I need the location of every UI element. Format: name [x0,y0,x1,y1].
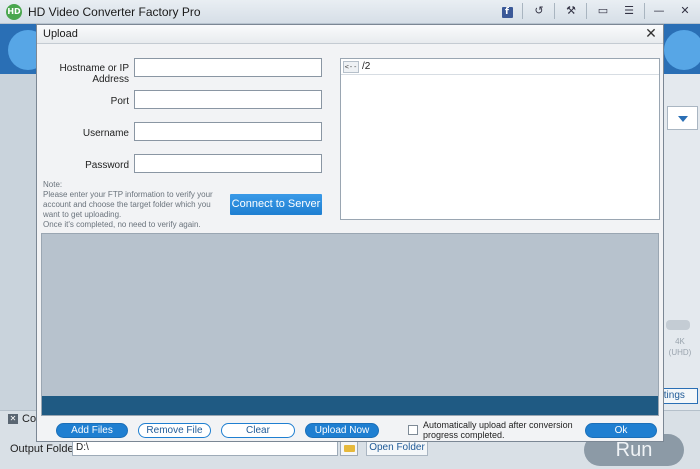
dialog-title: Upload [43,28,78,40]
titlebar-divider [586,3,587,19]
password-label: Password [85,160,129,171]
upload-now-button[interactable]: Upload Now [305,423,379,438]
output-folder-label: Output Folder: [10,443,81,455]
path-divider [341,74,659,75]
titlebar-divider [644,3,645,19]
hostname-label: Hostname or IP Address [59,63,129,85]
back-folder-button[interactable]: <-- [343,61,359,73]
toolbar-button-right[interactable] [664,30,700,70]
minimize-icon[interactable]: — [648,2,670,20]
facebook-icon[interactable]: f [496,2,518,20]
settings-button[interactable]: ttings [662,388,698,404]
auto-upload-checkbox[interactable] [408,425,418,435]
chat-icon[interactable]: ▭ [592,2,614,20]
folder-icon [344,445,355,452]
connect-to-server-button[interactable]: Connect to Server [230,194,322,215]
chevron-down-icon [678,116,688,122]
add-files-button[interactable]: Add Files [56,423,128,438]
username-input[interactable] [134,122,322,141]
port-input[interactable] [134,90,322,109]
dialog-close-icon[interactable]: ✕ [643,26,659,42]
main-titlebar: HD HD Video Converter Factory Pro f ↺ ⚒ … [0,0,700,24]
ok-button[interactable]: Ok [585,423,657,438]
auto-upload-label: Automatically upload after conversion pr… [423,420,573,440]
resolution-badge: 4K (UHD) [668,337,692,357]
quality-slider[interactable] [666,320,690,330]
merge-checkbox[interactable]: ✕ [8,414,18,424]
menu-icon[interactable]: ☰ [618,2,640,20]
app-logo-icon: HD [6,4,22,20]
app-title: HD Video Converter Factory Pro [28,5,201,19]
browse-folder-button[interactable] [340,440,358,456]
upload-file-list[interactable] [41,233,659,416]
port-label: Port [110,96,129,107]
upload-dialog: Upload ✕ Hostname or IP Address Port Use… [36,24,664,442]
remote-path: /2 [362,61,371,72]
remote-folder-panel[interactable]: <-- /2 [340,58,660,220]
wrench-icon[interactable]: ⚒ [560,2,582,20]
password-input[interactable] [134,154,322,173]
refresh-icon[interactable]: ↺ [528,2,550,20]
hostname-input[interactable] [134,58,322,77]
merge-label: Co [22,413,36,425]
titlebar-divider [522,3,523,19]
output-folder-input[interactable]: D:\ [72,440,338,456]
titlebar-divider [554,3,555,19]
clear-button[interactable]: Clear [221,423,295,438]
format-dropdown[interactable] [667,106,698,130]
username-label: Username [82,128,129,139]
open-folder-button[interactable]: Open Folder [366,440,428,456]
remove-file-button[interactable]: Remove File [138,423,211,438]
ftp-note: Note: Please enter your FTP information … [43,180,213,229]
file-list-status-bar [42,396,658,415]
dialog-titlebar: Upload ✕ [37,25,663,44]
window-close-icon[interactable]: ✕ [674,2,696,20]
